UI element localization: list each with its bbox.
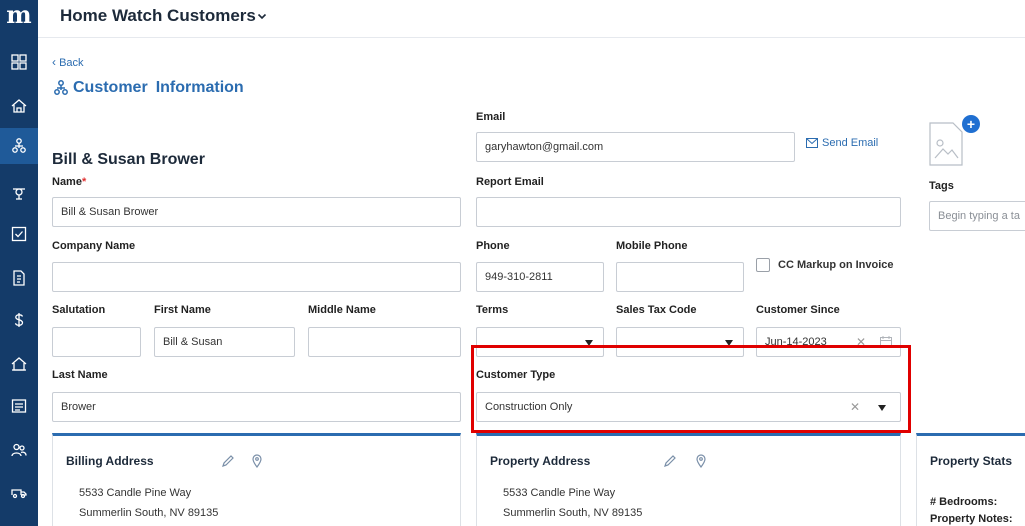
first-name-label: First Name xyxy=(154,304,211,316)
phone-field[interactable]: 949-310-2811 xyxy=(476,262,604,292)
technician-icon xyxy=(13,188,25,200)
vehicle-icon xyxy=(11,489,27,499)
company-field[interactable] xyxy=(52,262,461,292)
middle-name-label: Middle Name xyxy=(308,304,376,316)
sidebar: m xyxy=(0,0,38,526)
property-stats-card: Property Stats # Bedrooms: Property Note… xyxy=(916,433,1025,526)
back-link[interactable]: ‹ Back xyxy=(52,55,84,69)
billing-address-line2: Summerlin South, NV 89135 xyxy=(79,507,219,519)
sales-tax-select[interactable] xyxy=(616,327,744,357)
customers-icon xyxy=(54,80,68,95)
middle-name-field[interactable] xyxy=(308,327,461,357)
cc-markup-label: CC Markup on Invoice xyxy=(778,259,894,271)
grid-icon xyxy=(11,54,27,70)
tags-label: Tags xyxy=(929,180,954,192)
property-notes-label: Property Notes: xyxy=(930,513,1013,525)
property-address-line1: 5533 Candle Pine Way xyxy=(503,487,616,499)
nav-reports[interactable] xyxy=(0,388,38,424)
team-icon xyxy=(11,443,27,457)
pencil-icon[interactable] xyxy=(221,454,235,468)
chevron-left-icon: ‹ xyxy=(52,55,56,69)
property-icon xyxy=(11,357,27,371)
app-logo[interactable]: m xyxy=(0,0,38,32)
list-icon xyxy=(11,399,27,413)
tags-input[interactable]: Begin typing a ta xyxy=(929,201,1025,231)
customer-name-heading: Bill & Susan Brower xyxy=(52,151,205,168)
company-label: Company Name xyxy=(52,240,136,252)
report-email-label: Report Email xyxy=(476,176,544,188)
nav-vehicles[interactable] xyxy=(0,474,38,510)
page-title: Customer Information xyxy=(52,79,244,97)
property-stats-title: Property Stats xyxy=(930,454,1013,468)
name-label: Name* xyxy=(52,176,87,188)
add-photo-button[interactable]: + xyxy=(962,115,980,133)
tags-placeholder: Begin typing a ta xyxy=(938,210,1020,222)
bedrooms-label: # Bedrooms: xyxy=(930,496,998,508)
nav-team[interactable] xyxy=(0,432,38,468)
nav-tasks[interactable] xyxy=(0,216,38,252)
first-name-field[interactable]: Bill & Susan xyxy=(154,327,295,357)
top-bar: Home Watch Customers xyxy=(38,0,1025,38)
clear-icon[interactable]: ✕ xyxy=(856,328,866,356)
page-title-word2: Information xyxy=(155,79,244,96)
customer-since-label: Customer Since xyxy=(756,304,840,316)
terms-select[interactable] xyxy=(476,327,604,357)
cc-markup-checkbox[interactable] xyxy=(756,258,770,272)
salutation-field[interactable] xyxy=(52,327,141,357)
mobile-phone-label: Mobile Phone xyxy=(616,240,688,252)
dropdown-arrow-icon xyxy=(725,340,733,346)
dropdown-arrow-icon[interactable] xyxy=(878,405,886,411)
map-pin-icon[interactable] xyxy=(694,454,708,468)
home-icon xyxy=(11,99,27,113)
page-title-word1: Customer xyxy=(73,79,148,96)
nav-homes[interactable] xyxy=(0,88,38,124)
envelope-icon xyxy=(806,138,818,148)
map-pin-icon[interactable] xyxy=(250,454,264,468)
report-email-field[interactable] xyxy=(476,197,901,227)
property-address-card: Property Address 5533 Candle Pine Way Su… xyxy=(476,433,901,526)
sales-tax-label: Sales Tax Code xyxy=(616,304,697,316)
dropdown-arrow-icon xyxy=(585,340,593,346)
module-title[interactable]: Home Watch Customers xyxy=(60,6,256,26)
billing-address-card: Billing Address 5533 Candle Pine Way Sum… xyxy=(52,433,461,526)
customer-type-select[interactable]: Construction Only ✕ xyxy=(476,392,901,422)
nav-properties[interactable] xyxy=(0,346,38,382)
email-field[interactable]: garyhawton@gmail.com xyxy=(476,132,795,162)
chevron-down-icon[interactable] xyxy=(256,10,268,22)
nav-customers[interactable] xyxy=(0,128,38,164)
customers-icon xyxy=(12,138,26,153)
phone-label: Phone xyxy=(476,240,510,252)
name-field[interactable]: Bill & Susan Brower xyxy=(52,197,461,227)
send-email-label: Send Email xyxy=(822,137,879,149)
nav-dashboard[interactable] xyxy=(0,44,38,80)
nav-billing[interactable] xyxy=(0,302,38,338)
terms-label: Terms xyxy=(476,304,509,316)
nav-invoices[interactable] xyxy=(0,260,38,296)
property-address-title: Property Address xyxy=(490,454,591,468)
last-name-label: Last Name xyxy=(52,369,108,381)
salutation-label: Salutation xyxy=(52,304,106,316)
customer-type-label: Customer Type xyxy=(476,369,556,381)
dollar-icon xyxy=(14,313,24,327)
image-placeholder-icon xyxy=(929,122,963,166)
invoice-icon xyxy=(13,270,25,286)
property-address-line2: Summerlin South, NV 89135 xyxy=(503,507,643,519)
checkbox-icon xyxy=(11,226,27,242)
billing-address-title: Billing Address xyxy=(66,454,154,468)
clear-icon[interactable]: ✕ xyxy=(850,393,860,421)
email-label: Email xyxy=(476,111,506,123)
billing-address-line1: 5533 Candle Pine Way xyxy=(79,487,192,499)
nav-technicians[interactable] xyxy=(0,174,38,210)
calendar-icon[interactable] xyxy=(880,336,892,348)
customer-since-field[interactable]: Jun-14-2023 ✕ xyxy=(756,327,901,357)
pencil-icon[interactable] xyxy=(663,454,677,468)
customer-since-value: Jun-14-2023 xyxy=(765,336,827,348)
last-name-field[interactable]: Brower xyxy=(52,392,461,422)
mobile-phone-field[interactable] xyxy=(616,262,744,292)
send-email-button[interactable]: Send Email xyxy=(806,137,878,149)
customer-type-value: Construction Only xyxy=(485,401,573,413)
back-label: Back xyxy=(59,57,84,69)
